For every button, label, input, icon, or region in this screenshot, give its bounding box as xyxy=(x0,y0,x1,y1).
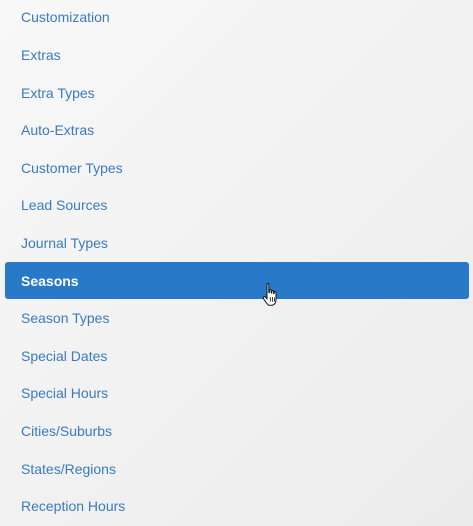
menu-item-label: Customer Types xyxy=(21,159,123,176)
menu-item-label: Customization xyxy=(21,8,110,25)
menu-item-label: Seasons xyxy=(21,272,79,289)
menu-item-customization[interactable]: Customization xyxy=(5,0,469,35)
settings-menu: Customization Extras Extra Types Auto-Ex… xyxy=(0,0,473,526)
menu-item-label: Reception Hours xyxy=(21,497,126,514)
menu-item-reception-hours[interactable]: Reception Hours xyxy=(5,487,469,524)
menu-item-extra-types[interactable]: Extra Types xyxy=(5,74,469,111)
menu-item-label: Special Hours xyxy=(21,384,109,401)
menu-item-label: Lead Sources xyxy=(21,196,108,213)
menu-item-season-types[interactable]: Season Types xyxy=(5,299,469,336)
menu-item-extras[interactable]: Extras xyxy=(5,36,469,73)
menu-item-label: Special Dates xyxy=(21,347,108,364)
menu-item-seasons[interactable]: Seasons xyxy=(5,262,469,299)
menu-item-special-hours[interactable]: Special Hours xyxy=(5,374,469,411)
menu-item-label: Journal Types xyxy=(21,234,108,251)
menu-item-journal-types[interactable]: Journal Types xyxy=(5,224,469,261)
menu-item-label: States/Regions xyxy=(21,460,116,477)
menu-item-lead-sources[interactable]: Lead Sources xyxy=(5,186,469,223)
menu-item-cities-suburbs[interactable]: Cities/Suburbs xyxy=(5,412,469,449)
menu-item-label: Auto-Extras xyxy=(21,121,95,138)
menu-item-label: Extra Types xyxy=(21,84,95,101)
menu-item-special-dates[interactable]: Special Dates xyxy=(5,337,469,374)
menu-item-states-regions[interactable]: States/Regions xyxy=(5,450,469,487)
menu-item-auto-extras[interactable]: Auto-Extras xyxy=(5,111,469,148)
menu-item-label: Cities/Suburbs xyxy=(21,422,113,439)
menu-item-label: Extras xyxy=(21,46,61,63)
menu-item-customer-types[interactable]: Customer Types xyxy=(5,149,469,186)
menu-item-label: Season Types xyxy=(21,309,110,326)
